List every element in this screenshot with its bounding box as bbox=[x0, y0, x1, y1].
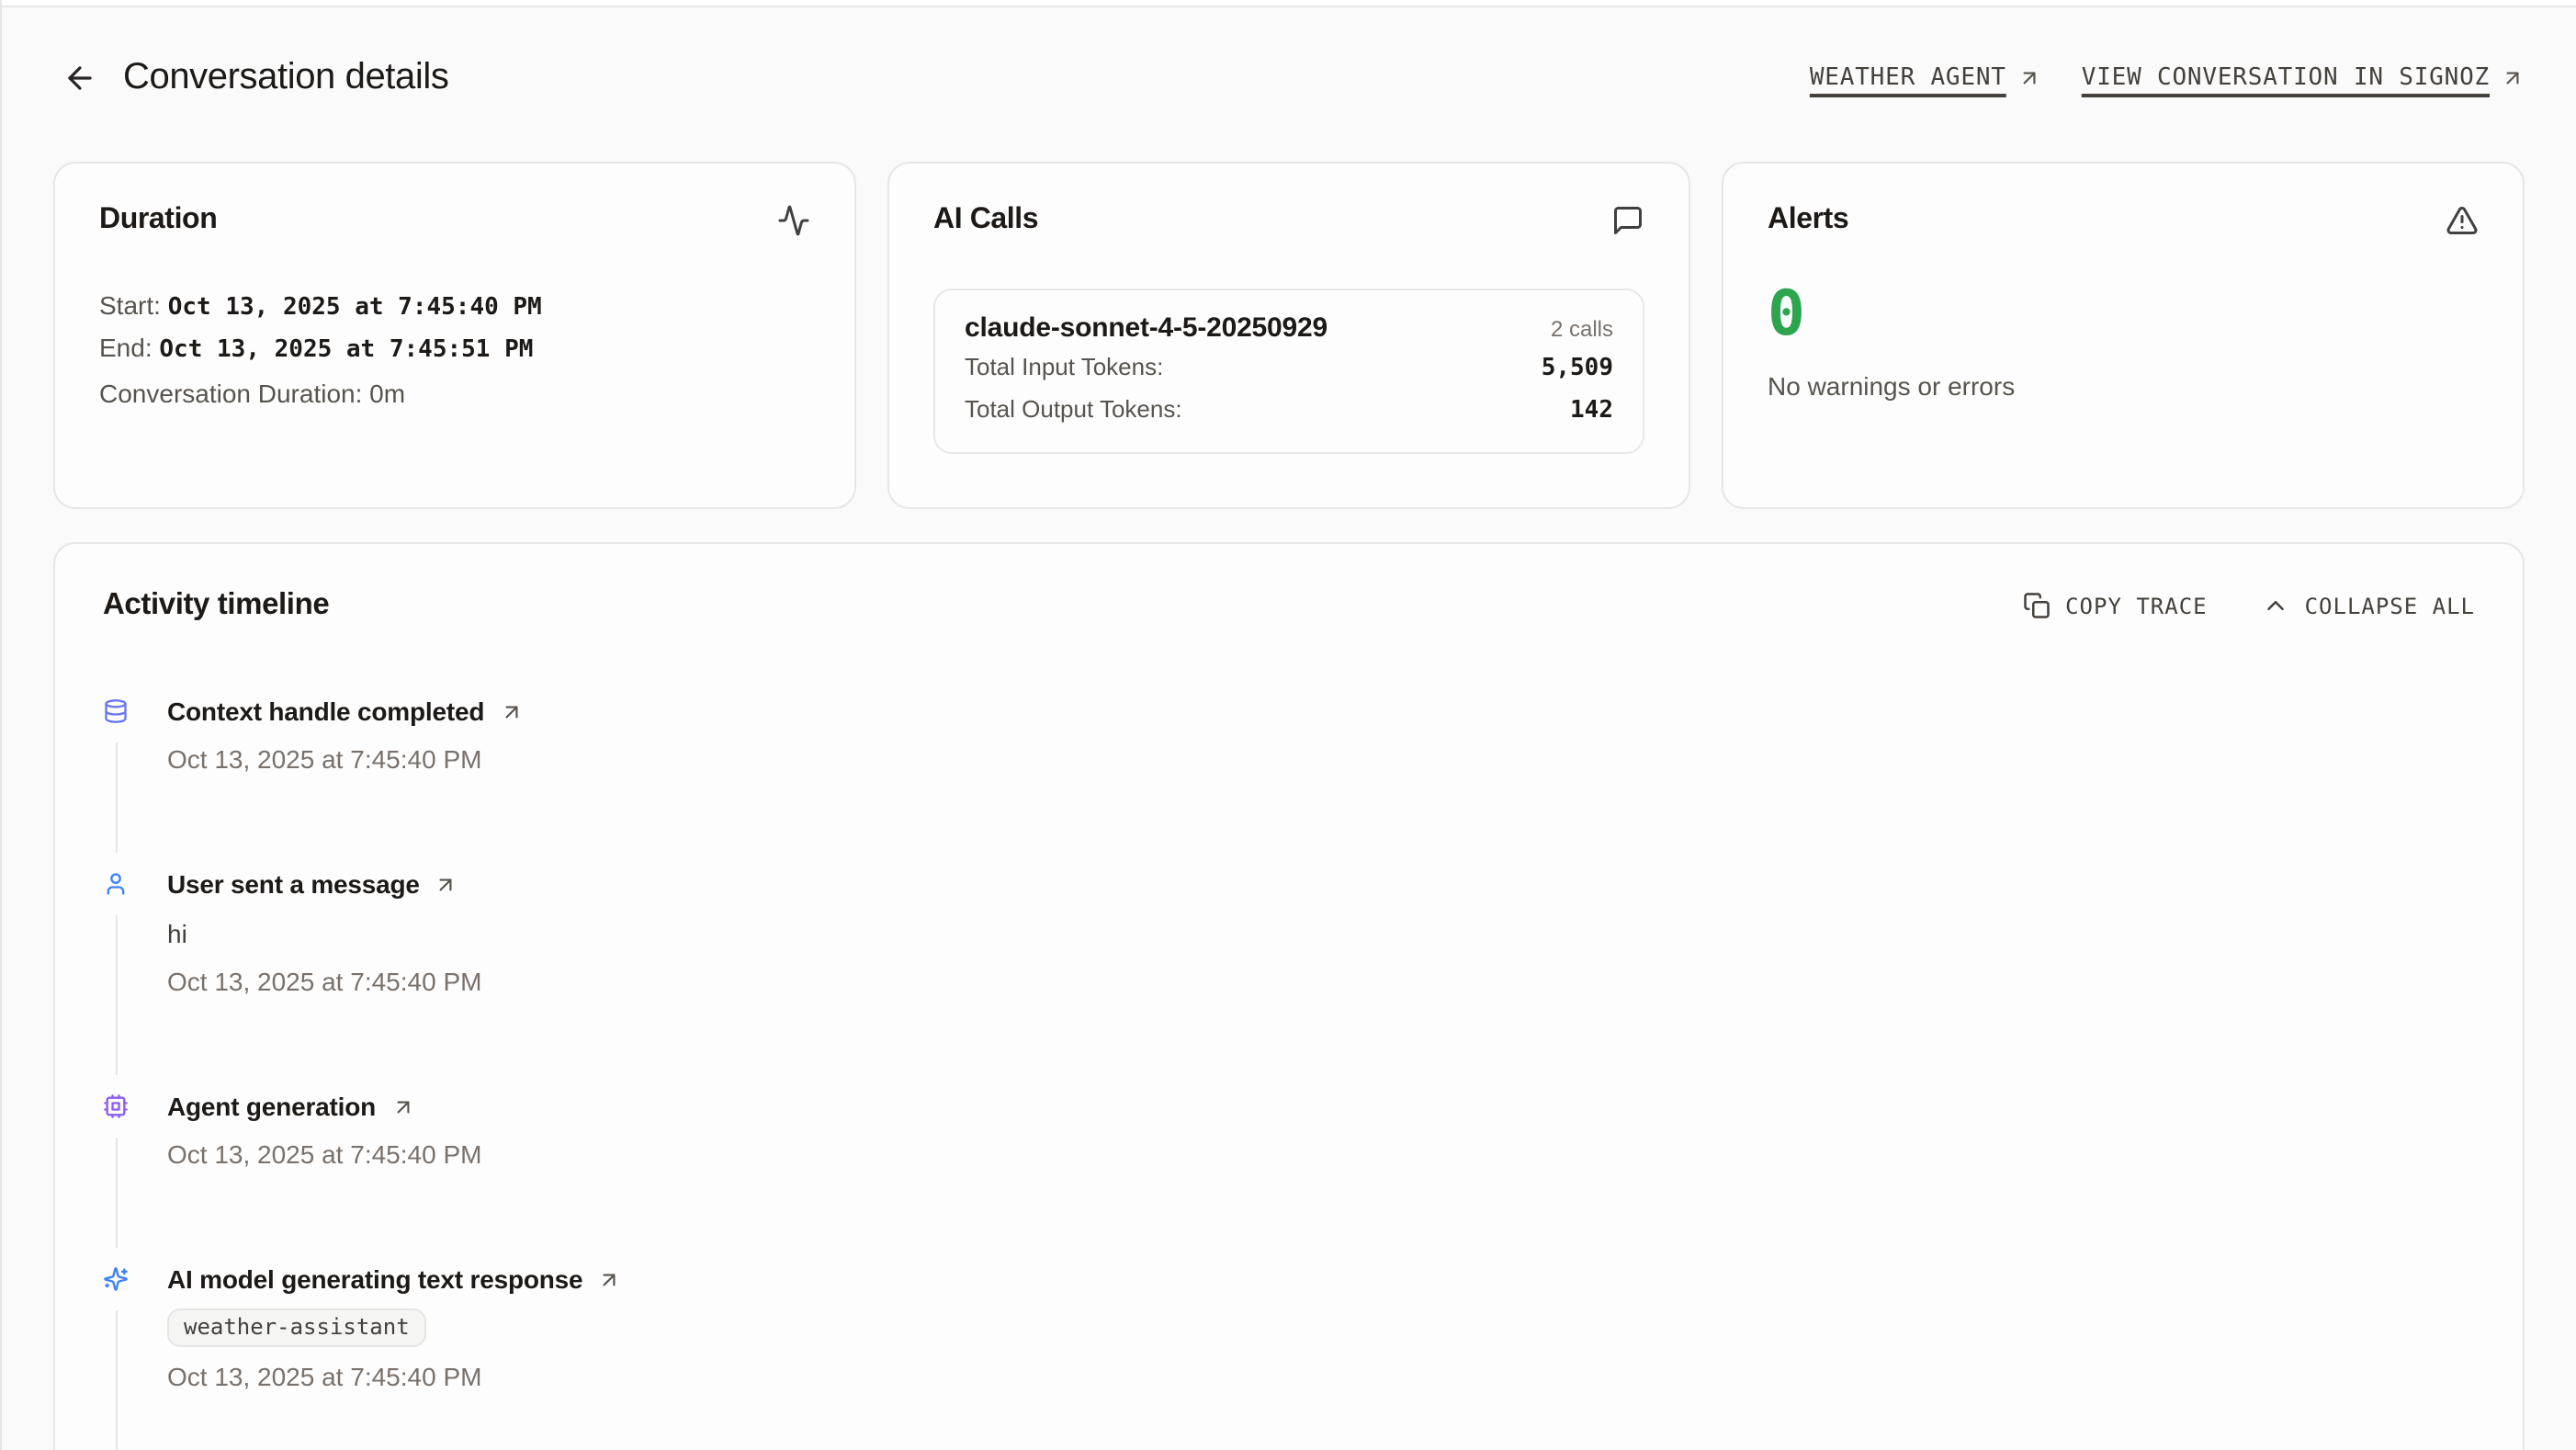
activity-icon bbox=[777, 204, 810, 237]
sparkles-icon bbox=[103, 1266, 129, 1292]
database-icon bbox=[103, 698, 129, 724]
arrow-up-right-icon bbox=[2017, 65, 2041, 89]
start-time-value: Oct 13, 2025 at 7:45:40 PM bbox=[168, 294, 542, 322]
arrow-up-right-icon[interactable] bbox=[499, 699, 523, 723]
copy-trace-button[interactable]: COPY TRACE bbox=[2023, 592, 2208, 619]
end-time-value: Oct 13, 2025 at 7:45:51 PM bbox=[159, 335, 533, 363]
timeline-connector bbox=[115, 742, 117, 853]
input-tokens-row: Total Input Tokens: 5,509 bbox=[965, 349, 1613, 386]
ai-calls-card: AI Calls claude-sonnet-4-5-20250929 2 ca… bbox=[887, 162, 1690, 509]
timeline-connector bbox=[115, 915, 117, 1075]
timeline-item: Context handle completed Oct 13, 2025 at… bbox=[103, 693, 2475, 777]
timeline-item-title[interactable]: Context handle completed bbox=[167, 693, 484, 730]
alerts-card: Alerts 0 No warnings or errors bbox=[1722, 162, 2525, 509]
timeline-item-timestamp: Oct 13, 2025 at 7:45:40 PM bbox=[167, 1136, 481, 1172]
cpu-icon bbox=[103, 1093, 129, 1119]
collapse-all-button[interactable]: COLLAPSE ALL bbox=[2263, 592, 2475, 619]
output-tokens-row: Total Output Tokens: 142 bbox=[965, 391, 1613, 428]
arrow-up-right-icon[interactable] bbox=[597, 1267, 621, 1291]
view-conversation-in-signoz-link[interactable]: VIEW CONVERSATION IN SIGNOZ bbox=[2082, 63, 2525, 91]
duration-card: Duration Start: Oct 13, 2025 at 7:45:40 … bbox=[53, 162, 856, 509]
end-time-row: End: Oct 13, 2025 at 7:45:51 PM bbox=[99, 328, 810, 369]
ai-calls-card-title: AI Calls bbox=[933, 204, 1038, 237]
output-tokens-value: 142 bbox=[1570, 397, 1613, 425]
header-links: WEATHER AGENT VIEW CONVERSATION IN SIGNO… bbox=[1810, 63, 2525, 91]
arrow-up-right-icon[interactable] bbox=[390, 1094, 414, 1118]
input-tokens-value: 5,509 bbox=[1542, 355, 1613, 382]
arrow-left-icon bbox=[62, 60, 96, 95]
model-name: claude-sonnet-4-5-20250929 bbox=[965, 312, 1328, 344]
timeline-connector bbox=[115, 1310, 117, 1450]
arrow-up-right-icon bbox=[2501, 65, 2525, 89]
timeline-item-title[interactable]: Agent generation bbox=[167, 1088, 376, 1125]
timeline-item-timestamp: Oct 13, 2025 at 7:45:40 PM bbox=[167, 963, 481, 1000]
timeline-item: User sent a message hi Oct 13, 2025 at 7… bbox=[103, 866, 2475, 1000]
summary-cards: Duration Start: Oct 13, 2025 at 7:45:40 … bbox=[53, 162, 2525, 509]
conversation-duration-row: Conversation Duration: 0m bbox=[99, 375, 810, 413]
duration-card-title: Duration bbox=[99, 204, 217, 237]
alert-message: No warnings or errors bbox=[1768, 371, 2479, 401]
chevron-up-icon bbox=[2263, 592, 2290, 619]
weather-agent-link[interactable]: WEATHER AGENT bbox=[1810, 63, 2041, 91]
timeline-item-timestamp: Oct 13, 2025 at 7:45:40 PM bbox=[167, 741, 523, 777]
activity-timeline-title: Activity timeline bbox=[103, 588, 329, 623]
user-icon bbox=[103, 871, 129, 897]
timeline-item-title[interactable]: User sent a message bbox=[167, 866, 420, 902]
model-usage-box: claude-sonnet-4-5-20250929 2 calls Total… bbox=[933, 289, 1644, 454]
message-square-icon bbox=[1611, 204, 1644, 237]
timeline-item: AI model generating text response weathe… bbox=[103, 1261, 2475, 1395]
conversation-details-page: Conversation details WEATHER AGENT VIEW … bbox=[0, 0, 2576, 1450]
timeline-item: Agent generation Oct 13, 2025 at 7:45:40… bbox=[103, 1088, 2475, 1172]
back-button[interactable] bbox=[53, 51, 105, 103]
activity-timeline-card: Activity timeline COPY TRACE COLLAPSE AL… bbox=[53, 542, 2525, 1450]
model-call-count: 2 calls bbox=[1551, 316, 1613, 342]
page-title: Conversation details bbox=[123, 56, 448, 98]
timeline-list: Context handle completed Oct 13, 2025 at… bbox=[103, 693, 2475, 1395]
timeline-item-badge: weather-assistant bbox=[167, 1308, 426, 1347]
arrow-up-right-icon[interactable] bbox=[435, 872, 458, 896]
timeline-item-timestamp: Oct 13, 2025 at 7:45:40 PM bbox=[167, 1358, 621, 1395]
top-divider bbox=[2, 0, 2576, 7]
timeline-item-title[interactable]: AI model generating text response bbox=[167, 1261, 582, 1297]
alert-triangle-icon bbox=[2446, 204, 2479, 237]
copy-icon bbox=[2023, 592, 2051, 619]
timeline-connector bbox=[115, 1138, 117, 1248]
page-header: Conversation details WEATHER AGENT VIEW … bbox=[53, 7, 2525, 103]
timeline-item-message: hi bbox=[167, 915, 481, 952]
start-time-row: Start: Oct 13, 2025 at 7:45:40 PM bbox=[99, 287, 810, 328]
conversation-duration-value: 0m bbox=[369, 379, 405, 408]
alerts-card-title: Alerts bbox=[1768, 204, 1848, 237]
alert-count: 0 bbox=[1768, 281, 2479, 347]
